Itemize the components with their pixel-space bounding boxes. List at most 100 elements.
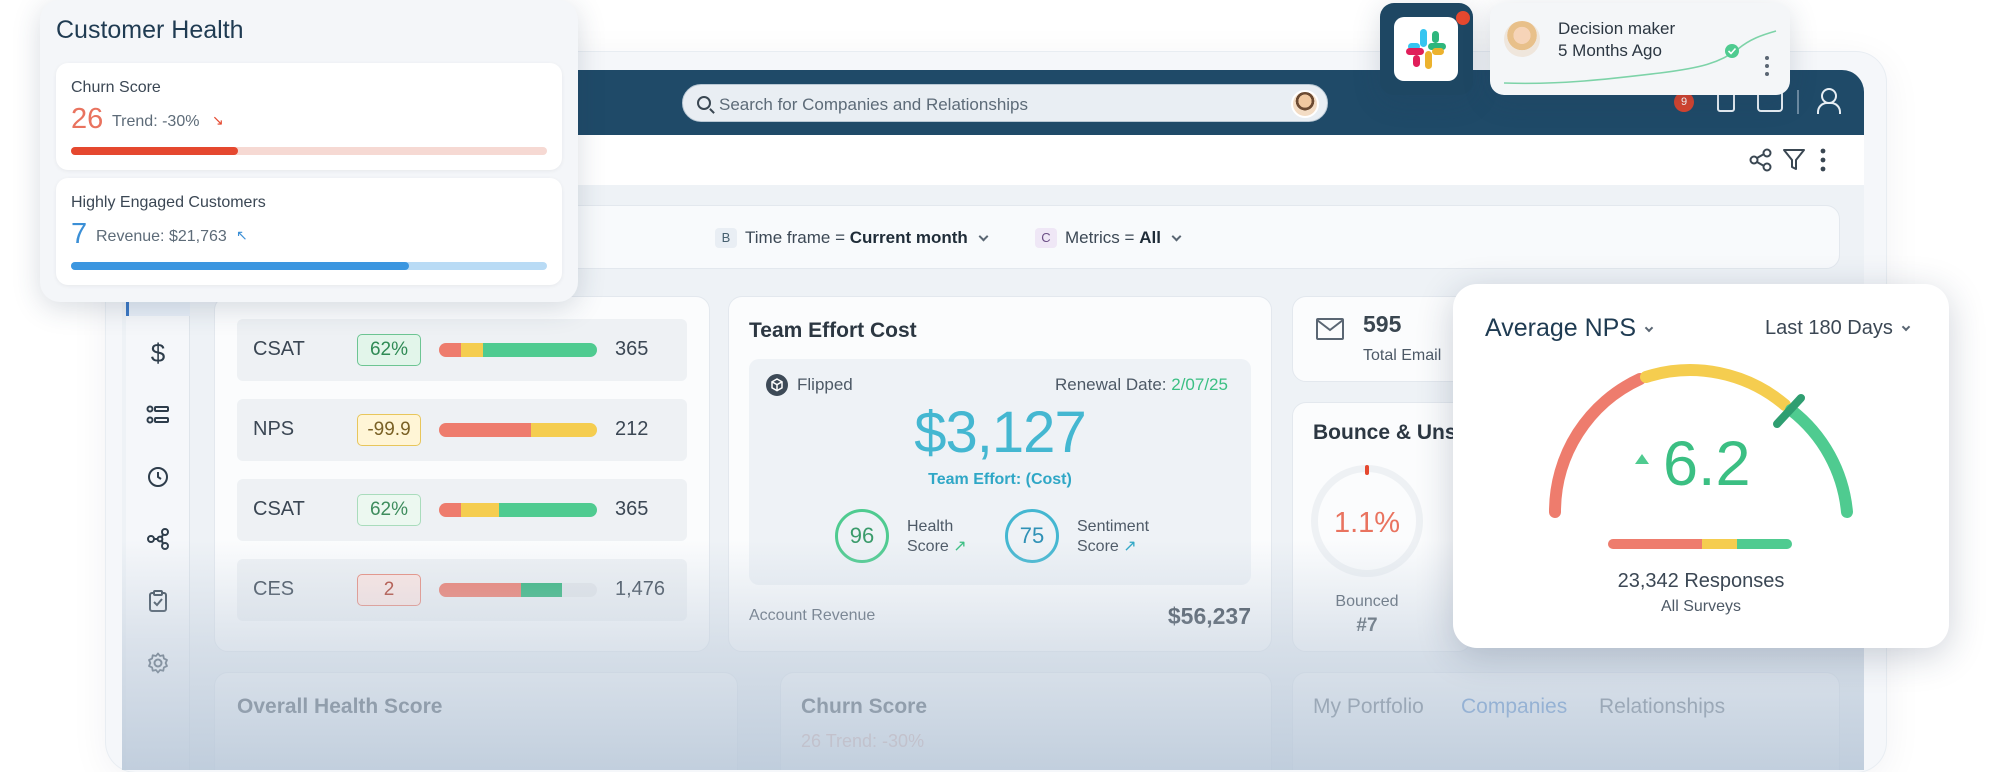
chevron-down-icon <box>1644 323 1654 333</box>
metric-bar <box>439 503 597 517</box>
metric-bar <box>439 423 597 437</box>
sidebar-item-settings[interactable] <box>126 632 190 694</box>
engaged-progress <box>71 262 547 270</box>
nps-distribution-bar <box>1608 539 1792 549</box>
filter-key: C <box>1035 228 1057 248</box>
sentiment-label-line2: Score <box>1077 538 1119 555</box>
cube-icon <box>766 374 788 396</box>
filter-icon[interactable] <box>1782 147 1806 173</box>
metric-count: 1,476 <box>615 578 666 600</box>
churn-score-tile[interactable]: Churn Score 26 Trend: -30% ↘ <box>56 63 562 170</box>
metric-bar-segment <box>439 423 531 437</box>
clock-icon <box>148 467 168 487</box>
metric-row[interactable]: CES 2 1,476 <box>237 559 687 621</box>
card-title: Churn Score <box>801 695 928 718</box>
filter-bar: B Time frame = Current month C Metrics = A… <box>564 205 1840 269</box>
search-input[interactable]: Search for Companies and Relationships <box>719 95 1028 115</box>
bounce-ring: 1.1% <box>1311 465 1423 577</box>
sidebar-item-revenue[interactable]: $ <box>126 322 190 384</box>
bar-passives <box>1701 539 1737 549</box>
filter-time-frame[interactable]: B Time frame = Current month <box>715 228 989 248</box>
tab-relationships[interactable]: Relationships <box>1599 695 1725 719</box>
search-bar[interactable]: Search for Companies and Relationships <box>682 84 1328 122</box>
user-icon[interactable] <box>1815 88 1841 114</box>
portfolio-card: My Portfolio Companies Relationships <box>1292 672 1840 770</box>
effort-label: Team Effort: (Cost) <box>928 471 1072 488</box>
engaged-value: 7 <box>71 218 88 250</box>
bounce-ring-marker <box>1365 465 1369 475</box>
avatar[interactable] <box>1291 90 1319 118</box>
email-card: 595 Total Email <box>1292 296 1472 382</box>
list-icon <box>146 405 169 424</box>
effort-panel: Flipped Renewal Date: 2/07/25 $3,127 Tea… <box>749 359 1251 585</box>
engaged-customers-tile[interactable]: Highly Engaged Customers 7 Revenue: $21,… <box>56 178 562 285</box>
metric-bar-segment <box>439 343 462 357</box>
health-score-ring: 96 <box>835 509 889 563</box>
bar-promoters <box>1736 539 1792 549</box>
effort-amount: $3,127 <box>914 400 1086 465</box>
sidebar-item-tasks[interactable] <box>126 570 190 632</box>
metric-row[interactable]: CSAT 62% 365 <box>237 319 687 381</box>
metrics-card: CSAT 62% 365 NPS -99.9 212 CSAT 62% 365 CES 2 1,476 <box>214 296 710 652</box>
slack-integration[interactable] <box>1380 3 1473 95</box>
sidebar-item-network[interactable] <box>126 508 190 570</box>
dollar-icon: $ <box>150 337 166 368</box>
sparkline <box>1503 30 1777 85</box>
customer-health-panel: Customer Health Churn Score 26 Trend: -3… <box>40 0 578 302</box>
notification-badge[interactable]: 9 <box>1674 92 1694 112</box>
metric-row[interactable]: CSAT 62% 365 <box>237 479 687 541</box>
card-title: Team Effort Cost <box>749 319 917 342</box>
metric-bar-segment <box>439 503 462 517</box>
network-icon <box>147 528 169 550</box>
search-icon <box>697 96 711 110</box>
filter-operator: = <box>835 228 845 247</box>
tab-companies[interactable]: Companies <box>1461 695 1567 719</box>
filter-value: Current month <box>849 228 968 247</box>
nps-title: Average NPS <box>1485 314 1637 342</box>
trend-up-icon: ↗ <box>953 538 967 555</box>
bounce-title: Bounce & Uns <box>1313 421 1457 444</box>
metric-bar <box>439 583 597 597</box>
metric-name: CSAT <box>253 338 305 360</box>
health-label-line1: Health <box>907 518 954 535</box>
tile-label: Churn Score <box>71 79 161 96</box>
churn-progress-fill <box>71 147 238 155</box>
metric-count: 212 <box>615 418 649 440</box>
nps-title-dropdown[interactable]: Average NPS <box>1485 314 1654 343</box>
chevron-down-icon <box>1171 231 1182 242</box>
bounce-rank: #7 <box>1356 615 1378 636</box>
nps-responses: 23,342 Responses <box>1617 570 1785 592</box>
divider <box>1797 90 1799 114</box>
metric-badge: 2 <box>357 574 421 606</box>
notification-dot <box>1456 11 1470 25</box>
clipboard-icon <box>149 590 167 612</box>
nps-range-dropdown[interactable]: Last 180 Days <box>1765 317 1911 340</box>
metric-bar-segment <box>483 343 597 357</box>
metric-bar-segment <box>499 503 597 517</box>
metric-name: CES <box>253 578 295 600</box>
chevron-down-icon <box>1901 322 1911 332</box>
account-tag: Flipped <box>797 375 853 394</box>
slack-icon <box>1406 29 1446 69</box>
renewal-date: Renewal Date: 2/07/25 <box>1055 375 1228 395</box>
decision-maker-card[interactable]: Decision maker 5 Months Ago <box>1490 3 1790 95</box>
bounce-label: Bounced <box>1335 593 1399 610</box>
filter-metrics[interactable]: C Metrics = All <box>1035 228 1182 248</box>
tab-my-portfolio[interactable]: My Portfolio <box>1313 695 1424 719</box>
bar-detractors <box>1608 539 1702 549</box>
health-label-line2: Score <box>907 538 949 555</box>
filter-operator: = <box>1124 228 1135 247</box>
more-options-icon[interactable] <box>1764 55 1770 77</box>
tile-label: Highly Engaged Customers <box>71 194 266 211</box>
sidebar-item-history[interactable] <box>126 446 190 508</box>
sidebar-item-list[interactable] <box>126 384 190 446</box>
metric-bar-segment <box>461 503 500 517</box>
metric-bar-segment <box>439 583 522 597</box>
more-options-icon[interactable] <box>1818 147 1828 173</box>
share-icon[interactable] <box>1748 147 1774 173</box>
metric-row[interactable]: NPS -99.9 212 <box>237 399 687 461</box>
trend-up-icon: ↗ <box>1123 538 1137 555</box>
metric-name: CSAT <box>253 498 305 520</box>
churn-progress <box>71 147 547 155</box>
nps-value: 6.2 <box>1663 429 1751 499</box>
